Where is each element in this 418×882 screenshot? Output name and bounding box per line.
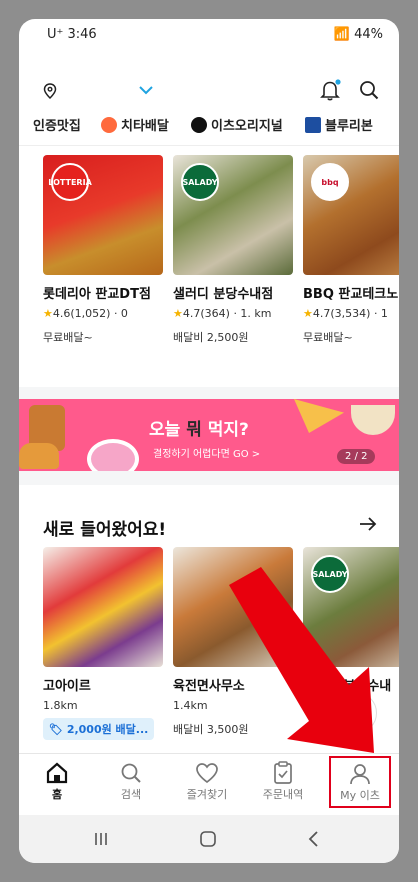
home-button-icon[interactable] <box>199 830 217 848</box>
recent-apps-icon[interactable] <box>93 831 109 847</box>
rating-text: 4.7(3,534) · 1 <box>312 307 388 320</box>
tag-icon: 🏷 <box>49 723 63 736</box>
home-icon <box>46 762 68 784</box>
cheetah-icon <box>101 116 117 133</box>
delivery-fee: 무료배달~ <box>303 331 353 344</box>
heart-icon <box>196 763 218 784</box>
star-icon: ★ <box>303 307 313 320</box>
store-rating: ★4.7(364) · 1. km <box>173 307 293 320</box>
store-image: bbq <box>303 155 399 275</box>
star-icon: ★ <box>43 307 53 320</box>
search-icon[interactable] <box>359 80 379 100</box>
store-image: LOTTERIA <box>43 155 163 275</box>
store-rating: ★4.7(3,534) · 1 <box>303 307 399 320</box>
coupon-badge: 🏷 2,000원 배달... <box>43 718 155 740</box>
bottom-nav: 홈 검색 즐겨찾기 주문내역 My 이츠 <box>19 753 399 816</box>
store-rating: ★4.6(1,052) · 0 <box>43 307 163 320</box>
back-icon[interactable] <box>307 830 319 848</box>
coupon-text: 2,000원 배달... <box>66 723 149 736</box>
banner-subtitle: 결정하기 어렵다면 GO > <box>153 449 261 460</box>
nav-search[interactable]: 검색 <box>101 760 161 802</box>
tab-label: 치타배달 <box>121 119 169 134</box>
store-carousel: LOTTERIA 롯데리아 판교DT점 ★4.6(1,052) · 0 무료배달… <box>19 147 399 387</box>
rating-text: 4.7(364) · 1. km <box>182 307 272 320</box>
ramen-illustration <box>351 405 395 435</box>
store-card[interactable]: 고아이르 1.8km 🏷 2,000원 배달... <box>43 547 163 740</box>
store-card[interactable]: LOTTERIA 롯데리아 판교DT점 ★4.6(1,052) · 0 무료배달… <box>43 155 163 345</box>
tab-blue-ribbon[interactable]: 블루리본 <box>305 115 373 134</box>
nav-label: 검색 <box>120 788 142 801</box>
tab-label: 이츠오리지널 <box>211 119 283 134</box>
star-icon: ★ <box>173 307 183 320</box>
store-name: 샐러디 분당수내점 <box>173 287 274 302</box>
wifi-icon: 📶 <box>333 27 350 42</box>
store-logo: LOTTERIA <box>48 163 92 201</box>
nav-label: 주문내역 <box>262 788 304 801</box>
section-title: 새로 들어왔어요! <box>43 520 167 540</box>
store-logo: bbq <box>311 163 349 201</box>
battery-level: 44% <box>354 27 383 42</box>
delivery-fee: 무료배달~ <box>43 331 93 344</box>
ribbon-icon <box>305 116 321 133</box>
search-icon <box>121 763 141 783</box>
rating-text: 4.6(1,052) · 0 <box>52 307 128 320</box>
promo-banner[interactable]: 오늘 뭐 먹지? 결정하기 어렵다면 GO > 2 / 2 <box>19 399 399 471</box>
system-nav-bar <box>19 815 399 863</box>
banner-title-highlight: 뭐 <box>186 420 202 440</box>
store-card[interactable]: bbq BBQ 판교테크노 ★4.7(3,534) · 1 무료배달~ <box>303 155 399 345</box>
store-image: SALADY <box>173 155 293 275</box>
home-feed: LOTTERIA 롯데리아 판교DT점 ★4.6(1,052) · 0 무료배달… <box>19 147 399 753</box>
phone-screen: U⁺ 3:46 📶 44% 인증맛집 치타배달 이츠오리지널 블루리본 LOTT… <box>19 19 399 863</box>
status-bar: U⁺ 3:46 📶 44% <box>19 19 399 49</box>
store-image <box>43 547 163 667</box>
nav-label: 홈 <box>51 788 63 801</box>
banner-title: 오늘 뭐 먹지? <box>149 415 249 440</box>
category-tabs: 인증맛집 치타배달 이츠오리지널 블루리본 <box>19 105 399 146</box>
tab-certified[interactable]: 인증맛집 <box>33 115 81 134</box>
store-logo: SALADY <box>181 163 219 201</box>
status-time: U⁺ 3:46 <box>47 27 97 42</box>
check-badge-icon <box>191 116 207 133</box>
banner-page-indicator: 2 / 2 <box>337 449 376 464</box>
arrow-right-icon[interactable] <box>359 517 377 531</box>
bell-icon[interactable] <box>319 79 341 101</box>
pizza-illustration <box>294 399 344 433</box>
nav-my-eats[interactable]: My 이츠 <box>329 756 391 808</box>
tab-eats-original[interactable]: 이츠오리지널 <box>191 115 283 134</box>
banner-title-part: 오늘 <box>149 420 187 440</box>
tab-label: 인증맛집 <box>33 119 81 134</box>
nav-label: My 이츠 <box>340 789 380 802</box>
nav-favorites[interactable]: 즐겨찾기 <box>177 760 237 802</box>
store-distance: 1.8km <box>43 699 78 712</box>
burger-illustration <box>19 443 59 469</box>
app-bar <box>19 55 399 101</box>
chevron-down-icon[interactable] <box>139 85 153 95</box>
person-icon <box>350 764 370 785</box>
banner-title-part: 먹지? <box>201 420 249 440</box>
tab-cheetah[interactable]: 치타배달 <box>101 115 169 134</box>
delivery-fee: 배달비 2,500원 <box>173 331 249 344</box>
nav-label: 즐겨찾기 <box>186 788 228 801</box>
clipboard-check-icon <box>274 761 292 784</box>
donut-illustration <box>87 439 139 471</box>
store-card[interactable]: SALADY 샐러디 분당수내점 ★4.7(364) · 1. km 배달비 2… <box>173 155 293 345</box>
nav-orders[interactable]: 주문내역 <box>253 760 313 802</box>
status-battery: 📶 44% <box>334 27 383 42</box>
nav-home[interactable]: 홈 <box>27 760 87 802</box>
store-name: 롯데리아 판교DT점 <box>43 287 151 302</box>
annotation-arrow <box>229 567 374 753</box>
location-pin-icon[interactable] <box>43 83 57 99</box>
store-name: BBQ 판교테크노 <box>303 287 399 302</box>
store-name: 고아이르 <box>43 679 91 694</box>
tab-label: 블루리본 <box>325 119 373 134</box>
